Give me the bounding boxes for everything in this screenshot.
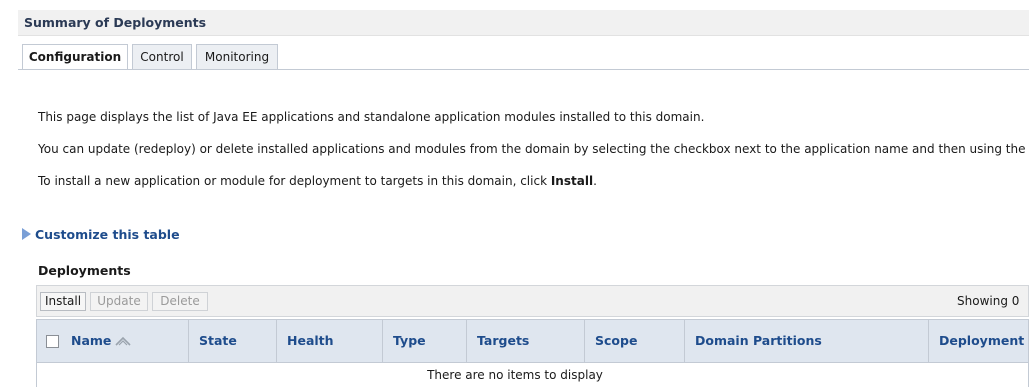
tab-configuration[interactable]: Configuration [22, 44, 128, 70]
intro-line-3-text: To install a new application or module f… [38, 174, 551, 188]
column-state-header[interactable]: State [189, 320, 277, 362]
select-all-checkbox[interactable] [46, 335, 59, 348]
customize-table-label: Customize this table [35, 227, 180, 242]
install-button[interactable]: Install [40, 292, 86, 311]
expand-triangle-icon [22, 228, 31, 240]
customize-table-link[interactable]: Customize this table [22, 227, 180, 242]
intro-line-3: To install a new application or module f… [38, 174, 597, 188]
summary-header-bar: Summary of Deployments [18, 10, 1029, 36]
install-keyword: Install [550, 174, 594, 188]
pagination-status: Showing 0 [957, 294, 1020, 308]
empty-table-row: There are no items to display [36, 363, 1029, 387]
intro-line-2: You can update (redeploy) or delete inst… [38, 142, 1029, 156]
tab-control-label: Control [140, 50, 184, 64]
column-health-header[interactable]: Health [277, 320, 383, 362]
tab-configuration-label: Configuration [28, 50, 122, 64]
column-name-header[interactable]: Name [61, 320, 189, 362]
column-name-label: Name [71, 333, 112, 348]
delete-button[interactable]: Delete [152, 292, 208, 311]
update-button[interactable]: Update [90, 292, 148, 311]
tab-monitoring[interactable]: Monitoring [196, 44, 278, 70]
page-title: Summary of Deployments [24, 15, 207, 30]
deployments-table-header: Name State Health Type Targets Scope Dom… [36, 319, 1029, 363]
column-domain-partitions-header[interactable]: Domain Partitions [685, 320, 929, 362]
column-type-header[interactable]: Type [383, 320, 467, 362]
intro-line-1: This page displays the list of Java EE a… [38, 110, 705, 124]
column-deployment-header[interactable]: Deployment [929, 320, 1029, 362]
tab-divider [18, 69, 1029, 70]
tab-monitoring-label: Monitoring [204, 50, 270, 64]
deployments-section-title: Deployments [38, 263, 131, 278]
deployments-toolbar: Install Update Delete Showing 0 [36, 285, 1029, 317]
tab-control[interactable]: Control [132, 44, 192, 70]
intro-line-3-period: . [593, 174, 597, 188]
column-targets-header[interactable]: Targets [467, 320, 585, 362]
sort-ascending-icon[interactable] [115, 336, 131, 347]
empty-table-message: There are no items to display [427, 368, 603, 382]
column-scope-header[interactable]: Scope [585, 320, 685, 362]
